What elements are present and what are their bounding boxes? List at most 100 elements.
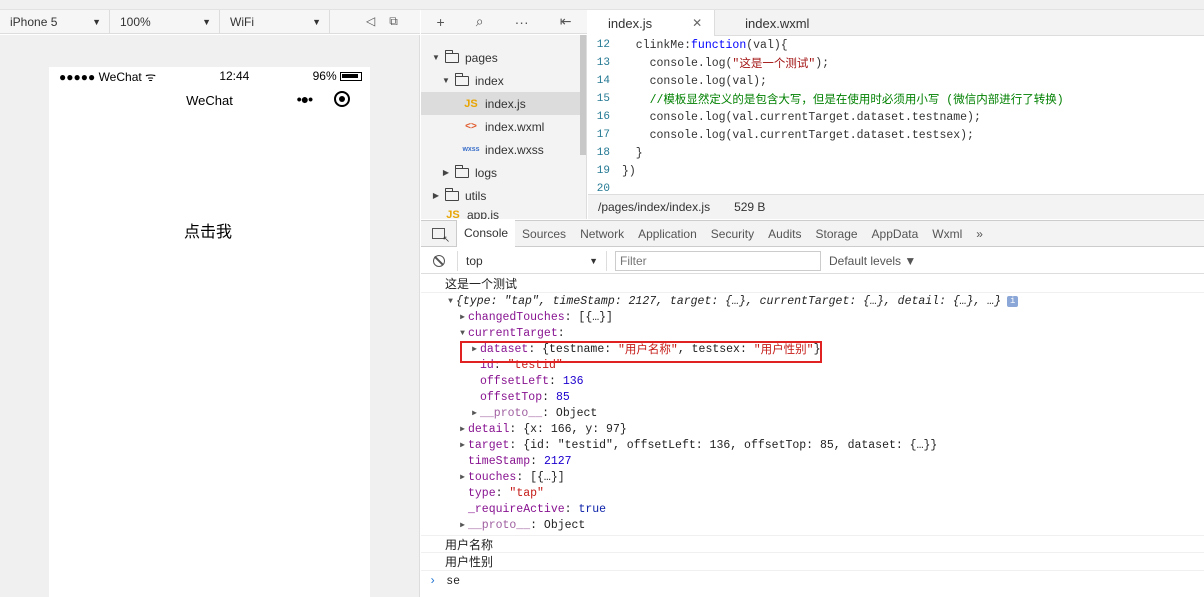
- simulator-toolbar: iPhone 5 ▼ 100% ▼ WiFi ▼ ◁ ⧉: [0, 9, 420, 34]
- console-prop[interactable]: ▶ changedTouches: [{…}]: [421, 309, 1204, 325]
- chevron-down-icon: ▼: [589, 255, 598, 266]
- code-line: 13 console.log("这是一个测试");: [596, 56, 830, 72]
- console-prop[interactable]: ▶ target: {id: "testid", offsetLeft: 136,…: [421, 437, 1204, 453]
- phone-nav-bar: WeChat •●•: [49, 85, 370, 115]
- console-prop: type: "tap": [468, 486, 544, 500]
- code-line: 16 console.log(val.currentTarget.dataset…: [596, 110, 981, 124]
- tab-storage[interactable]: Storage: [809, 221, 865, 247]
- filter-input[interactable]: [615, 250, 821, 271]
- log-levels-select[interactable]: Default levels ▼: [829, 254, 916, 268]
- add-file-icon[interactable]: +: [437, 14, 445, 30]
- prompt-chevron-icon: ›: [429, 574, 437, 588]
- more-options-icon[interactable]: •●•: [297, 91, 313, 107]
- console-prop: id: "testid": [480, 358, 563, 372]
- status-time: 12:44: [219, 69, 250, 83]
- console-prop[interactable]: ▼ currentTarget:: [421, 325, 1204, 341]
- console-input[interactable]: se: [446, 575, 460, 588]
- more-tabs-icon[interactable]: »: [969, 221, 990, 247]
- file-path: /pages/index/index.js: [598, 200, 711, 214]
- tab-network[interactable]: Network: [573, 221, 631, 247]
- js-file-icon: JS: [446, 209, 460, 219]
- tab-security[interactable]: Security: [704, 221, 761, 247]
- tab-appdata[interactable]: AppData: [865, 221, 926, 247]
- more-icon[interactable]: ···: [515, 14, 529, 30]
- folder-icon: [455, 164, 469, 178]
- tab-audits[interactable]: Audits: [761, 221, 808, 247]
- tab-index-wxml[interactable]: index.wxml: [715, 10, 821, 36]
- console-prop-dataset[interactable]: ▶ dataset: {testname: "用户名称", testsex: "用…: [421, 341, 1204, 358]
- caret-right-icon: ▶: [460, 425, 465, 434]
- editor-status-bar: /pages/index/index.js 529 B: [588, 194, 1204, 219]
- console-prop[interactable]: ▶ __proto__: Object: [421, 517, 1204, 533]
- console-message: 用户名称: [421, 535, 1204, 553]
- caret-right-icon: ▶: [460, 521, 465, 530]
- caret-right-icon: ▶: [460, 441, 465, 450]
- tab-index-js[interactable]: index.js ✕: [588, 10, 716, 36]
- simulator-panel: ●●●●● WeChat ᯤ 12:44 96% WeChat •●• 点击我: [0, 35, 420, 597]
- network-select[interactable]: WiFi ▼: [220, 9, 330, 34]
- caret-right-icon: ▶: [432, 191, 440, 200]
- chevron-down-icon: ▼: [312, 16, 321, 27]
- inspect-element-icon[interactable]: [421, 220, 457, 247]
- tree-file-index-wxss[interactable]: wxss index.wxss: [421, 138, 586, 161]
- console-message: 这是一个测试: [421, 275, 1204, 293]
- console-object-summary[interactable]: ▼ {type: "tap", timeStamp: 2127, target: …: [421, 293, 1204, 309]
- code-line: 15 //模板显然定义的是包含大写，但是在使用时必须用小写 (微信内部进行了转换…: [596, 93, 1064, 107]
- click-me-text[interactable]: 点击我: [184, 218, 232, 242]
- tree-file-app-js[interactable]: JS app.js: [421, 207, 586, 219]
- tree-folder-logs[interactable]: ▶ logs: [421, 161, 586, 184]
- device-select[interactable]: iPhone 5 ▼: [0, 9, 110, 34]
- console-prop[interactable]: ▶ detail: {x: 166, y: 97}: [421, 421, 1204, 437]
- close-icon[interactable]: ✕: [692, 16, 702, 30]
- tab-sources[interactable]: Sources: [515, 221, 573, 247]
- console-message: 用户性别: [421, 553, 1204, 571]
- caret-down-icon: ▼: [448, 296, 453, 306]
- tab-application[interactable]: Application: [631, 221, 704, 247]
- zoom-select[interactable]: 100% ▼: [110, 9, 220, 34]
- tree-file-index-js[interactable]: JS index.js: [421, 92, 586, 115]
- tab-console[interactable]: Console: [457, 220, 516, 247]
- caret-down-icon: ▼: [442, 76, 450, 85]
- clear-console-icon[interactable]: [433, 254, 445, 267]
- code-line: 12 clinkMe: function (val){: [596, 38, 788, 52]
- tab-wxml[interactable]: Wxml: [925, 221, 969, 247]
- detach-window-icon[interactable]: ⧉: [389, 14, 398, 29]
- caret-right-icon: ▶: [472, 409, 477, 418]
- window-top-strip: [0, 0, 1204, 10]
- search-icon[interactable]: ⌕: [476, 13, 484, 30]
- tree-file-index-wxml[interactable]: <> index.wxml: [421, 115, 586, 138]
- devtools-tabs: Console Sources Network Application Secu…: [421, 220, 1204, 247]
- wxss-file-icon: wxss: [462, 146, 480, 153]
- code-line: 19}): [596, 164, 636, 178]
- wifi-icon: ᯤ: [145, 69, 157, 84]
- tree-folder-utils[interactable]: ▶ utils: [421, 184, 586, 207]
- code-editor[interactable]: 12 clinkMe: function (val){ 13 console.log…: [588, 36, 1204, 194]
- filetree-scrollbar[interactable]: [580, 35, 586, 155]
- device-select-value: iPhone 5: [10, 14, 58, 29]
- js-file-icon: JS: [464, 97, 478, 110]
- console-prop[interactable]: ▶ touches: [{…}]: [421, 469, 1204, 485]
- console-prop: offsetTop: 85: [480, 390, 570, 404]
- caret-down-icon: ▼: [432, 53, 440, 62]
- caret-right-icon: ▶: [460, 473, 465, 482]
- zoom-select-value: 100%: [120, 14, 151, 29]
- console-prop[interactable]: ▶ __proto__: Object: [421, 405, 1204, 421]
- code-line: 18 }: [596, 146, 643, 160]
- info-icon: i: [1007, 295, 1019, 307]
- caret-down-icon: ▼: [460, 328, 465, 338]
- tree-folder-index[interactable]: ▼ index: [421, 69, 586, 92]
- console-prop: timeStamp: 2127: [468, 454, 572, 468]
- folder-icon: [455, 72, 469, 86]
- console-toolbar: top ▼ Default levels ▼: [421, 248, 1204, 274]
- wxml-file-icon: <>: [465, 121, 477, 132]
- folder-icon: [445, 187, 459, 201]
- close-capsule-icon[interactable]: [334, 91, 350, 107]
- console-prop: offsetLeft: 136: [480, 374, 584, 388]
- battery-indicator: 96%: [313, 69, 362, 83]
- tree-folder-pages[interactable]: ▼ pages: [421, 46, 586, 69]
- context-select[interactable]: top ▼: [457, 250, 607, 271]
- network-select-value: WiFi: [230, 14, 254, 29]
- mute-icon[interactable]: ◁: [366, 14, 375, 29]
- console-input-row[interactable]: › se: [421, 571, 1204, 591]
- collapse-icon[interactable]: ⇤: [560, 13, 572, 30]
